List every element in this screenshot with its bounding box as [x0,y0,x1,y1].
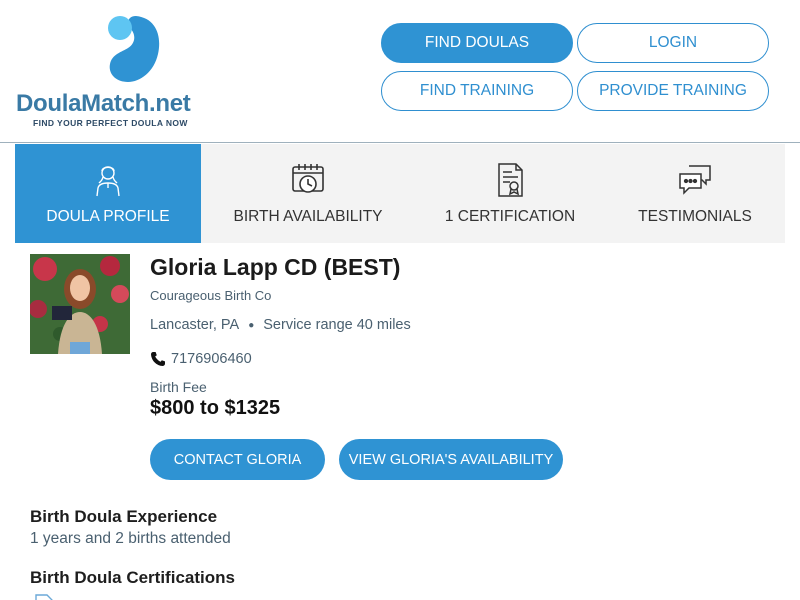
tab-certification[interactable]: 1 CERTIFICATION [415,144,605,243]
tab-label: BIRTH AVAILABILITY [233,208,383,225]
site-header: DoulaMatch.net FIND YOUR PERFECT DOULA N… [0,0,800,143]
doula-company: Courageous Birth Co [150,288,272,303]
tab-testimonials[interactable]: TESTIMONIALS [605,144,785,243]
tab-label: DOULA PROFILE [46,208,170,225]
tab-doula-profile[interactable]: DOULA PROFILE [15,144,201,243]
experience-heading: Birth Doula Experience [30,507,218,526]
site-logo[interactable]: DoulaMatch.net FIND YOUR PERFECT DOULA N… [16,10,216,132]
calendar-clock-icon [292,164,324,193]
phone-icon [151,352,165,366]
profile-photo-image [30,254,130,354]
provide-training-button[interactable]: PROVIDE TRAINING [577,71,769,111]
certifications-heading: Birth Doula Certifications [30,568,235,587]
service-range: Service range 40 miles [263,317,411,333]
document-icon [35,594,53,600]
certificate-icon [498,163,523,197]
birth-fee-label: Birth Fee [150,379,207,395]
logo-drop-icon [108,16,160,82]
doula-location: Lancaster, PA [150,317,240,333]
person-icon [96,166,120,197]
find-doulas-button[interactable]: FIND DOULAS [381,23,573,63]
logo-tagline: FIND YOUR PERFECT DOULA NOW [33,118,188,128]
tab-birth-availability[interactable]: BIRTH AVAILABILITY [201,144,415,243]
tab-label: 1 CERTIFICATION [444,208,576,225]
phone-number[interactable]: 7176906460 [171,351,252,367]
phone-row[interactable]: 7176906460 [150,351,252,367]
experience-text: 1 years and 2 births attended [30,530,231,547]
birth-fee-value: $800 to $1325 [150,397,281,419]
view-availability-button[interactable]: VIEW GLORIA'S AVAILABILITY [339,439,563,480]
chat-bubbles-icon [679,165,711,195]
tab-label: TESTIMONIALS [638,208,752,225]
separator-dot-icon: ● [248,319,255,331]
logo-brand-text: DoulaMatch.net [16,90,191,117]
location-row: Lancaster, PA ● Service range 40 miles [150,317,411,333]
profile-photo [30,254,130,354]
find-training-button[interactable]: FIND TRAINING [381,71,573,111]
login-button[interactable]: LOGIN [577,23,769,63]
doula-name: Gloria Lapp CD (BEST) [150,254,401,280]
contact-button[interactable]: CONTACT GLORIA [150,439,325,480]
profile-tabs: DOULA PROFILE BIRTH AVAILABILITY 1 CERTI… [15,144,785,243]
